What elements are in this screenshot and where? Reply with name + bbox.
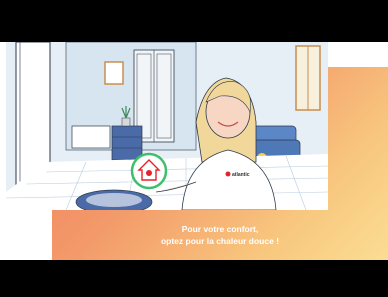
home-heat-badge [130,152,168,190]
caption-line-2: optez pour la chaleur douce ! [160,236,280,246]
caption-line-1: Pour votre confort, [181,224,259,234]
letterbox-top [0,0,388,42]
brand-label: atlantic [232,172,250,178]
video-frame[interactable]: atlantic Pour votre confort, optez pour … [0,42,388,260]
subtitle-caption: Pour votre confort, optez pour la chaleu… [52,210,388,260]
letterbox-bottom [0,260,388,297]
